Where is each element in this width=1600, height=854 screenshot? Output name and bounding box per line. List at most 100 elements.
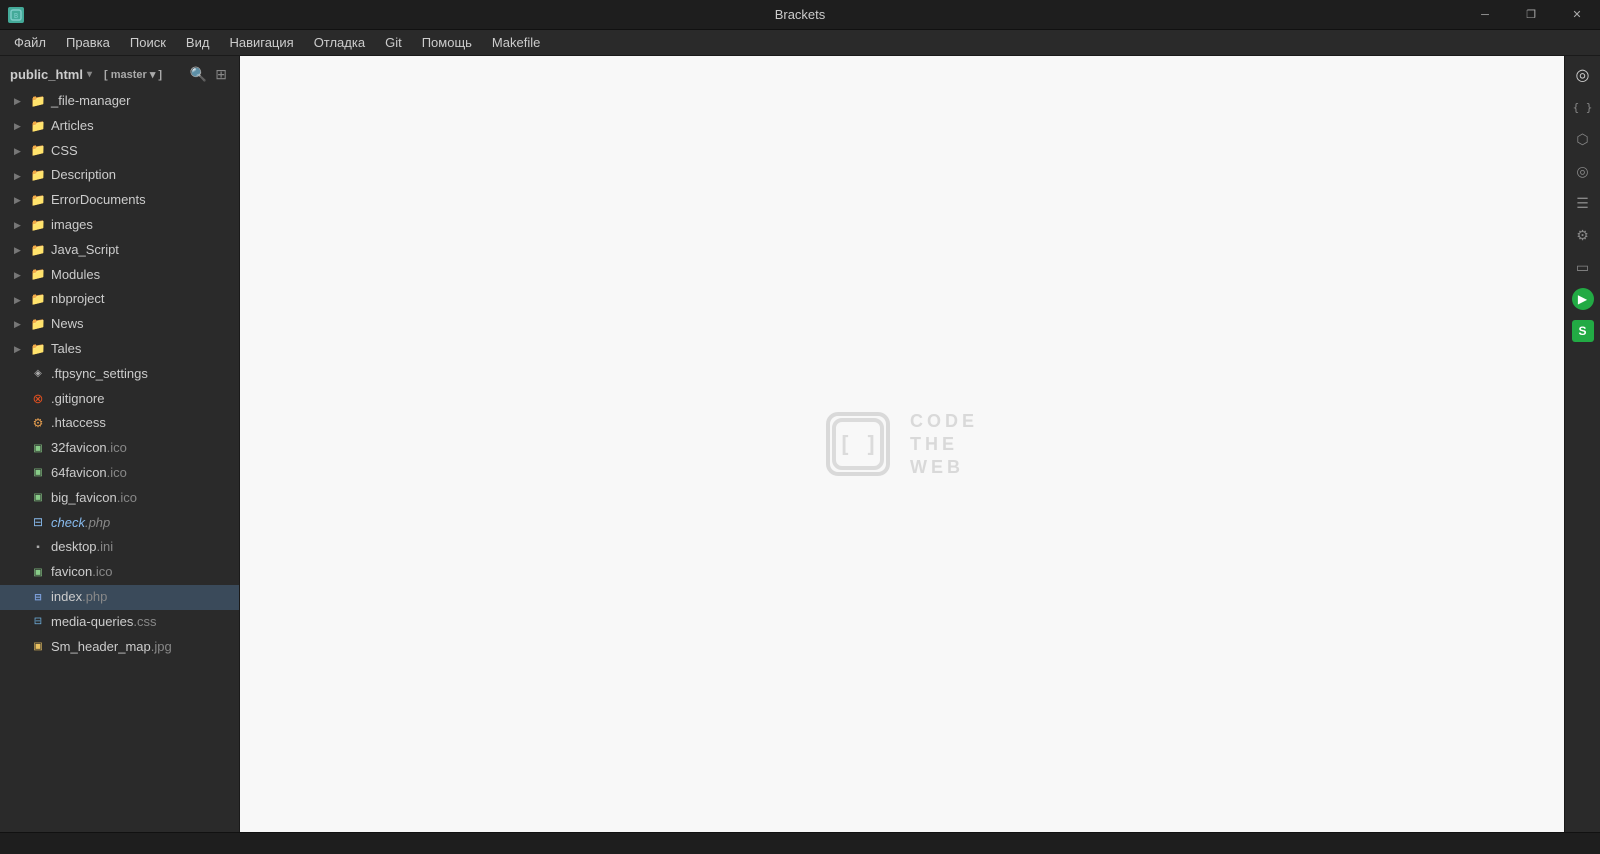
tree-item-sm-header-map[interactable]: ▣ Sm_header_map.jpg — [0, 635, 239, 660]
folder-icon: 📁 — [30, 143, 46, 159]
tree-item-check-php[interactable]: ⊟ check.php — [0, 511, 239, 536]
tree-item-java-script[interactable]: ▶ 📁 Java_Script — [0, 238, 239, 263]
project-name[interactable]: public_html ▾ [ master ▾ ] — [10, 67, 162, 82]
menu-item-debug[interactable]: Отладка — [304, 32, 375, 53]
folder-arrow: ▶ — [14, 169, 26, 183]
layers-icon[interactable]: ☰ — [1568, 188, 1598, 218]
minimize-button[interactable]: ─ — [1462, 0, 1508, 30]
tree-item-images[interactable]: ▶ 📁 images — [0, 213, 239, 238]
tree-item-gitignore[interactable]: ⊗ .gitignore — [0, 387, 239, 412]
item-name: favicon.ico — [51, 562, 112, 583]
watermark-line1: CODE — [910, 411, 978, 432]
folder-arrow: ▶ — [14, 193, 26, 207]
symlink-icon: ⊟ — [30, 515, 46, 531]
tree-item-articles[interactable]: ▶ 📁 Articles — [0, 114, 239, 139]
tree-item-htaccess[interactable]: ⚙ .htaccess — [0, 411, 239, 436]
folder-icon: 📁 — [30, 193, 46, 209]
folder-arrow: ▶ — [14, 119, 26, 133]
ini-icon: ▪ — [30, 540, 46, 556]
tree-item-big-favicon[interactable]: ▣ big_favicon.ico — [0, 486, 239, 511]
folder-arrow: ▶ — [14, 317, 26, 331]
target-icon[interactable]: ◎ — [1568, 156, 1598, 186]
tree-item-news[interactable]: ▶ 📁 News — [0, 312, 239, 337]
device-icon[interactable]: ▭ — [1568, 252, 1598, 282]
branch-label[interactable]: [ master ▾ ] — [104, 68, 162, 81]
git-icon: ⊗ — [30, 391, 46, 407]
close-button[interactable]: ✕ — [1554, 0, 1600, 30]
menu-item-navigate[interactable]: Навигация — [219, 32, 303, 53]
gear-icon[interactable]: ⚙ — [1568, 220, 1598, 250]
tree-item-description[interactable]: ▶ 📁 Description — [0, 163, 239, 188]
item-name: News — [51, 314, 84, 335]
curly-icon[interactable]: { } — [1568, 92, 1598, 122]
menu-item-help[interactable]: Помощь — [412, 32, 482, 53]
tree-item-ftpsync[interactable]: ◈ .ftpsync_settings — [0, 362, 239, 387]
live-preview-run-button[interactable]: ▶ — [1568, 284, 1598, 314]
item-name: images — [51, 215, 93, 236]
php-icon: ⊟ — [30, 589, 46, 605]
main-layout: public_html ▾ [ master ▾ ] 🔍 ⊞ ▶ 📁 _file… — [0, 56, 1600, 832]
watermark-logo: [ ] — [826, 412, 890, 476]
tree-item-media-queries[interactable]: ⊟ media-queries.css — [0, 610, 239, 635]
preview-icon[interactable]: ◎ — [1568, 60, 1598, 90]
item-name: big_favicon.ico — [51, 488, 137, 509]
collapse-icon[interactable]: ⊞ — [213, 64, 229, 85]
folder-icon: 📁 — [30, 242, 46, 258]
right-panel: ◎{ }⬡◎☰⚙▭▶S — [1564, 56, 1600, 832]
item-name: desktop.ini — [51, 537, 113, 558]
folder-arrow: ▶ — [14, 144, 26, 158]
menu-item-file[interactable]: Файл — [4, 32, 56, 53]
item-name: Sm_header_map.jpg — [51, 637, 172, 658]
sidebar: public_html ▾ [ master ▾ ] 🔍 ⊞ ▶ 📁 _file… — [0, 56, 240, 832]
item-name: ErrorDocuments — [51, 190, 146, 211]
item-name: .gitignore — [51, 389, 104, 410]
folder-icon: 📁 — [30, 168, 46, 184]
item-name: check.php — [51, 513, 110, 534]
folder-icon: 📁 — [30, 341, 46, 357]
item-name: media-queries.css — [51, 612, 157, 633]
folder-arrow: ▶ — [14, 243, 26, 257]
search-icon[interactable]: 🔍 — [188, 64, 209, 85]
watermark-line3: WEB — [910, 457, 978, 478]
tree-item-index-php[interactable]: ⊟ index.php — [0, 585, 239, 610]
menu-item-git[interactable]: Git — [375, 32, 412, 53]
menu-item-makefile[interactable]: Makefile — [482, 32, 550, 53]
tree-item-modules[interactable]: ▶ 📁 Modules — [0, 263, 239, 288]
s-plugin-button[interactable]: S — [1568, 316, 1598, 346]
watermark-text: CODE THE WEB — [910, 411, 978, 478]
folder-icon: 📁 — [30, 217, 46, 233]
folder-arrow: ▶ — [14, 268, 26, 282]
tree-item-nbproject[interactable]: ▶ 📁 nbproject — [0, 287, 239, 312]
tree-item-file-manager[interactable]: ▶ 📁 _file-manager — [0, 89, 239, 114]
htaccess-icon: ⚙ — [30, 416, 46, 432]
item-name: _file-manager — [51, 91, 131, 112]
svg-text:[ ]: [ ] — [838, 433, 878, 458]
menu-item-edit[interactable]: Правка — [56, 32, 120, 53]
app-icon: B — [8, 7, 24, 23]
tree-item-favicon-ico[interactable]: ▣ favicon.ico — [0, 560, 239, 585]
item-name: .ftpsync_settings — [51, 364, 148, 385]
folder-arrow: ▶ — [14, 94, 26, 108]
restore-button[interactable]: ❐ — [1508, 0, 1554, 30]
file-tree: ▶ 📁 _file-manager ▶ 📁 Articles ▶ 📁 CSS ▶… — [0, 89, 239, 832]
item-name: .htaccess — [51, 413, 106, 434]
folder-arrow: ▶ — [14, 218, 26, 232]
tree-item-tales[interactable]: ▶ 📁 Tales — [0, 337, 239, 362]
tree-item-favicon64[interactable]: ▣ 64favicon.ico — [0, 461, 239, 486]
ico-icon: ▣ — [30, 565, 46, 581]
menu-item-view[interactable]: Вид — [176, 32, 220, 53]
tree-item-favicon32[interactable]: ▣ 32favicon.ico — [0, 436, 239, 461]
ico-icon: ▣ — [30, 441, 46, 457]
editor-area: [ ] CODE THE WEB — [240, 56, 1564, 832]
jpg-icon: ▣ — [30, 639, 46, 655]
tree-item-css[interactable]: ▶ 📁 CSS — [0, 139, 239, 164]
item-name: Modules — [51, 265, 100, 286]
bottom-bar — [0, 832, 1600, 854]
menu-item-find[interactable]: Поиск — [120, 32, 176, 53]
tree-item-errordocuments[interactable]: ▶ 📁 ErrorDocuments — [0, 188, 239, 213]
s-icon: S — [1572, 320, 1594, 342]
camera-icon[interactable]: ⬡ — [1568, 124, 1598, 154]
menubar: ФайлПравкаПоискВидНавигацияОтладкаGitПом… — [0, 30, 1600, 56]
item-name: Tales — [51, 339, 81, 360]
tree-item-desktop-ini[interactable]: ▪ desktop.ini — [0, 535, 239, 560]
